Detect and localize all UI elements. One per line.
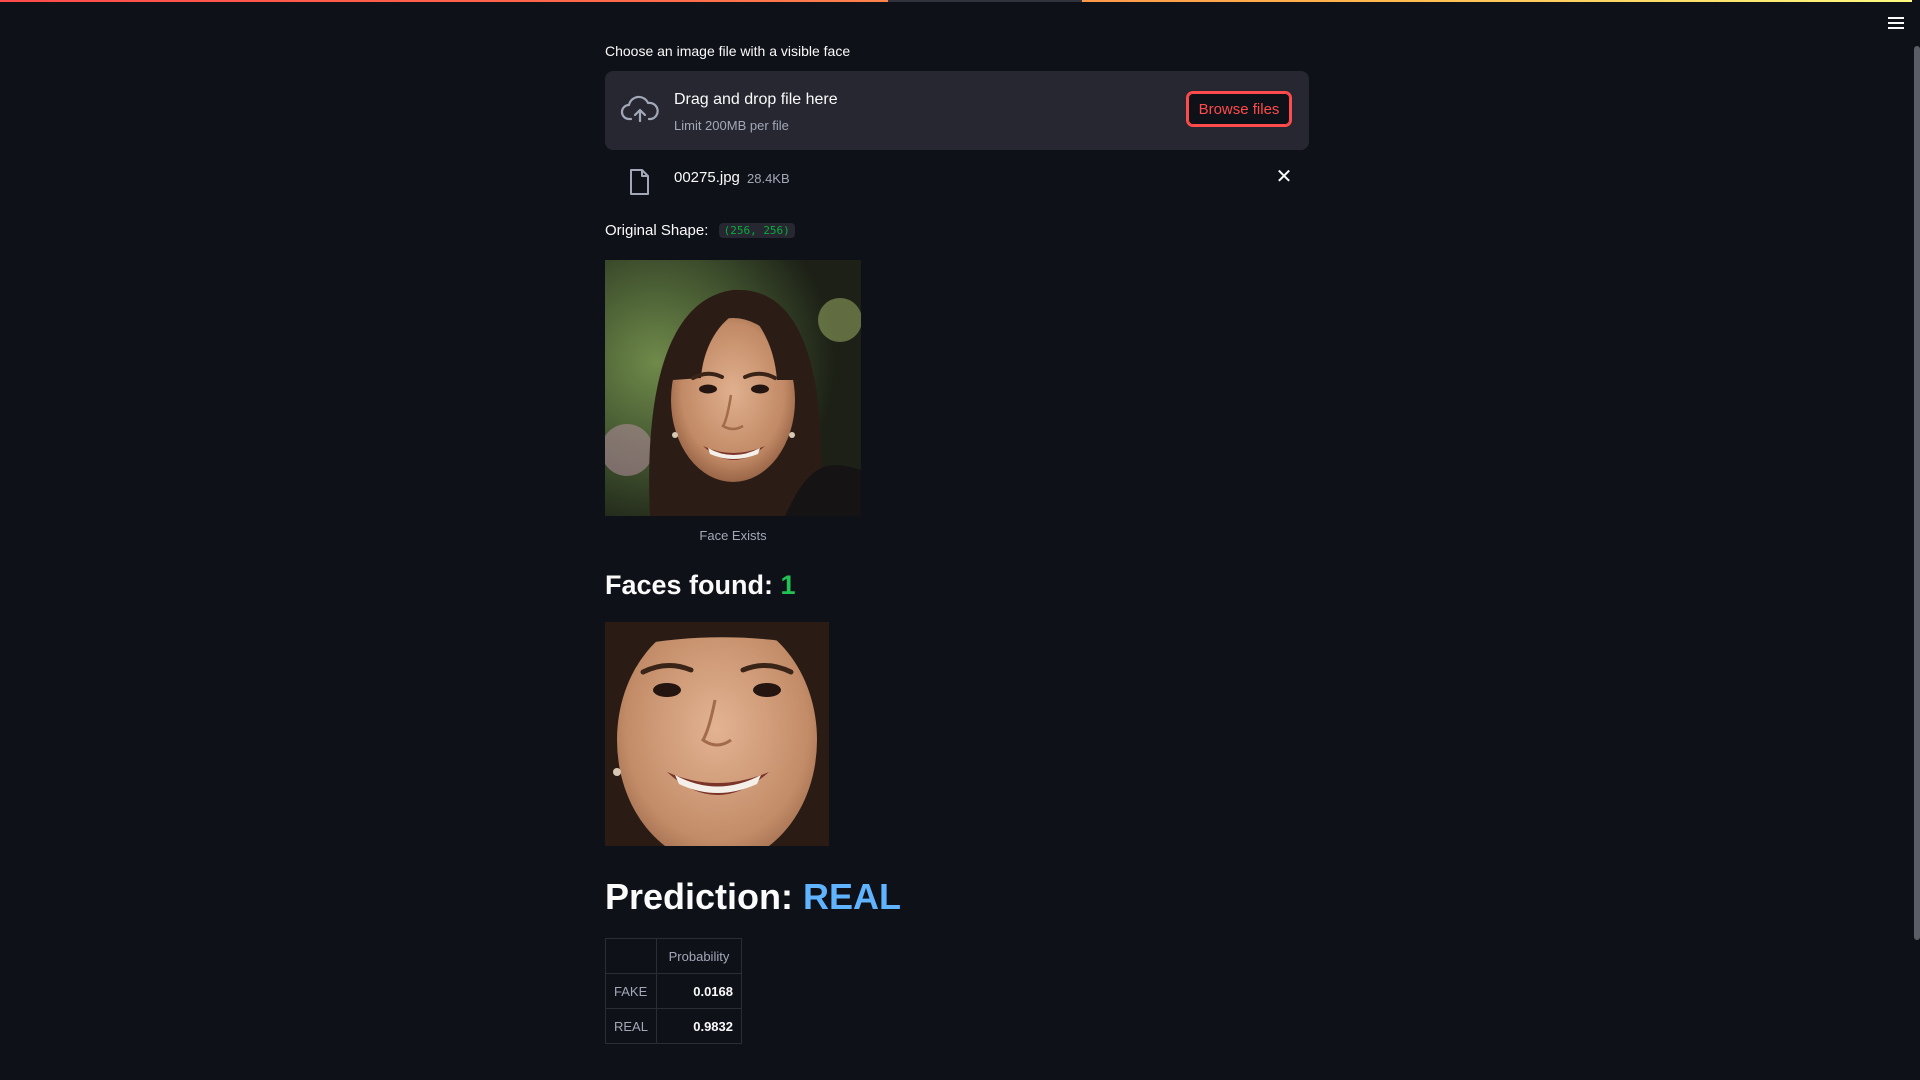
faces-found-label: Faces found: bbox=[605, 570, 774, 600]
prediction-value: REAL bbox=[803, 876, 902, 917]
table-header-row: Probability bbox=[605, 938, 742, 974]
file-size: 28.4KB bbox=[747, 171, 790, 186]
uploader-label: Choose an image file with a visible face bbox=[605, 43, 851, 59]
close-icon[interactable]: ✕ bbox=[1272, 165, 1296, 189]
hamburger-menu-icon[interactable] bbox=[1884, 14, 1908, 34]
image-caption: Face Exists bbox=[699, 528, 767, 543]
table-corner-cell bbox=[605, 938, 657, 974]
file-dropzone[interactable]: Drag and drop file here Limit 200MB per … bbox=[605, 71, 1309, 150]
prediction-heading: Prediction: REAL bbox=[605, 876, 901, 918]
row-label: REAL bbox=[605, 1008, 657, 1044]
dropzone-instructions: Drag and drop file here bbox=[674, 91, 838, 108]
table-row: REAL 0.9832 bbox=[605, 1008, 742, 1044]
top-decoration-segment bbox=[888, 0, 1082, 2]
cropped-face-image bbox=[605, 622, 829, 846]
original-shape-value: (256, 256) bbox=[718, 223, 795, 238]
faces-found-count: 1 bbox=[780, 570, 796, 600]
prediction-label: Prediction: bbox=[605, 876, 794, 917]
original-shape-label: Original Shape: bbox=[605, 222, 709, 239]
probability-table: Probability FAKE 0.0168 REAL 0.9832 bbox=[605, 938, 742, 1044]
dropzone-limit: Limit 200MB per file bbox=[674, 118, 789, 133]
faces-found-heading: Faces found: 1 bbox=[605, 570, 796, 601]
file-icon bbox=[630, 169, 649, 195]
column-header-probability[interactable]: Probability bbox=[656, 938, 742, 974]
probability-value[interactable]: 0.0168 bbox=[656, 973, 742, 1009]
browse-files-button[interactable]: Browse files bbox=[1186, 91, 1292, 127]
original-face-image bbox=[605, 260, 861, 516]
scrollbar-thumb[interactable] bbox=[1914, 46, 1920, 940]
table-row: FAKE 0.0168 bbox=[605, 973, 742, 1009]
probability-value[interactable]: 0.9832 bbox=[656, 1008, 742, 1044]
file-name: 00275.jpg bbox=[674, 169, 740, 186]
original-shape-line: Original Shape: (256, 256) bbox=[605, 222, 795, 239]
cloud-upload-icon bbox=[620, 95, 659, 123]
row-label: FAKE bbox=[605, 973, 657, 1009]
uploaded-file-row: 00275.jpg 28.4KB ✕ bbox=[605, 163, 1309, 197]
